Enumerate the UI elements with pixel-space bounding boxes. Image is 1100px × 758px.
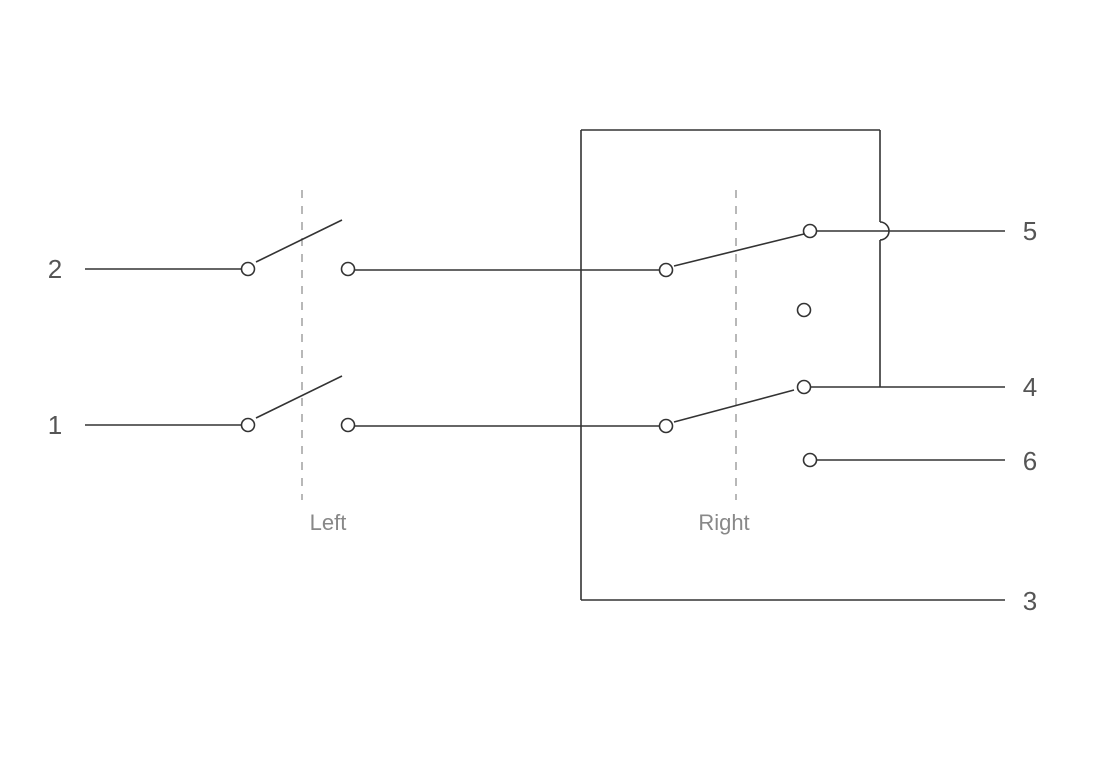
node-right-lower-common [660,420,673,433]
node-t2 [242,263,255,276]
node-left-lower-pivot [342,419,355,432]
label-terminal-2: 2 [48,254,62,284]
node-contact-4 [798,381,811,394]
label-terminal-5: 5 [1023,216,1037,246]
schematic-diagram: 2 1 5 4 6 3 Left Right [0,0,1100,758]
label-terminal-4: 4 [1023,372,1037,402]
node-t1 [242,419,255,432]
node-left-upper-pivot [342,263,355,276]
label-terminal-6: 6 [1023,446,1037,476]
left-upper-switch-arm [256,220,342,262]
left-lower-switch-arm [256,376,342,418]
node-contact-5 [804,225,817,238]
label-left-switch: Left [310,510,347,535]
label-terminal-3: 3 [1023,586,1037,616]
node-right-upper-unused [798,304,811,317]
right-upper-switch-arm [674,234,804,266]
node-right-upper-common [660,264,673,277]
right-lower-switch-arm [674,390,794,422]
label-right-switch: Right [698,510,749,535]
node-contact-6 [804,454,817,467]
label-terminal-1: 1 [48,410,62,440]
